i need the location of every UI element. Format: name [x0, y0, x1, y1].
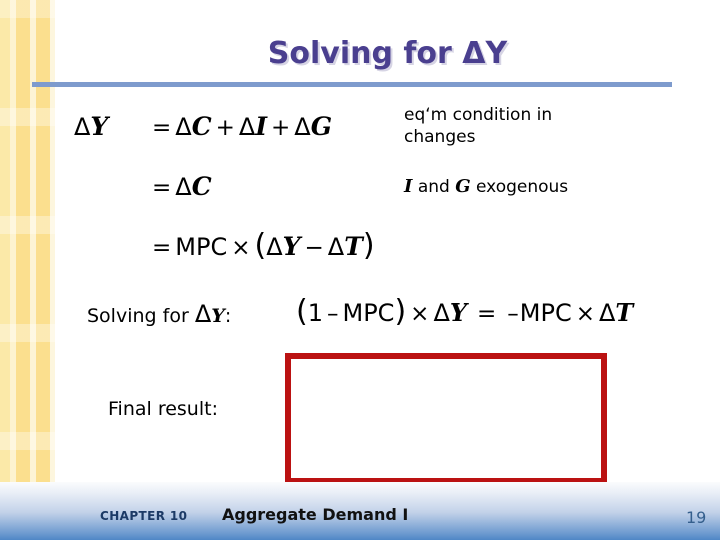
slide-number: 19 [686, 508, 707, 527]
delta-symbol: Δ [175, 113, 192, 141]
plus-sign: + [271, 115, 291, 141]
annotation-eqm-line-2: changes [404, 127, 476, 147]
minus-sign: – [327, 301, 339, 327]
equation-row-2: = ΔC [74, 172, 212, 201]
variable-t: T [344, 232, 363, 261]
delta-symbol: Δ [327, 233, 345, 261]
solving-equation: (1– MPC) × ΔY = –MPC × ΔT [296, 294, 633, 329]
exogenous-word: exogenous [476, 177, 569, 197]
delta-symbol: Δ [294, 113, 311, 141]
delta-symbol: Δ [599, 299, 616, 327]
variable-c: C [191, 172, 212, 201]
mpc-term: MPC [175, 233, 228, 261]
footer-chapter-label: CHAPTER 10 [100, 509, 188, 523]
variable-g: G [310, 112, 333, 141]
annotation-equilibrium-condition: eq‘m condition in changes [404, 104, 684, 148]
final-result-box [285, 353, 607, 484]
times-sign: × [410, 301, 430, 327]
open-paren: ( [254, 228, 267, 263]
plus-sign: + [215, 115, 235, 141]
variable-y: Y [449, 298, 467, 327]
equals-sign: = [152, 235, 172, 261]
equals-sign: = [477, 301, 497, 327]
variable-g: G [455, 176, 471, 197]
annotation-eqm-line-1: eq‘m condition in [404, 105, 553, 125]
solving-for-label: Solving for ΔY: [87, 300, 231, 328]
annotation-exogenous: I and G exogenous [404, 176, 694, 198]
delta-symbol: Δ [238, 113, 256, 141]
delta-symbol: Δ [74, 113, 91, 141]
mpc-term: MPC [519, 299, 572, 327]
close-paren: ) [362, 228, 375, 263]
conjunction-and: and [417, 177, 450, 197]
equals-sign: = [152, 175, 172, 201]
number-one: 1 [307, 299, 323, 327]
times-sign: × [575, 301, 595, 327]
close-paren: ) [394, 294, 407, 329]
equals-sign: = [152, 115, 172, 141]
open-paren: ( [296, 294, 308, 329]
delta-symbol: Δ [433, 299, 450, 327]
variable-y: Y [90, 112, 109, 141]
minus-sign: – [507, 301, 519, 327]
variable-i: I [255, 112, 268, 141]
footer-subject-label: Aggregate Demand I [222, 505, 409, 524]
variable-y: Y [282, 232, 301, 261]
equation-row-3: = MPC × (ΔY − ΔT) [74, 228, 375, 263]
delta-symbol: Δ [266, 233, 283, 261]
page-title: Solving for ΔY [267, 36, 508, 71]
equation-row-1: ΔY = ΔC + ΔI + ΔG [74, 112, 332, 141]
delta-symbol: Δ [194, 300, 212, 328]
final-result-label: Final result: [108, 398, 218, 420]
decorative-sidebar-pattern [0, 0, 55, 540]
mpc-term: MPC [342, 299, 395, 327]
variable-y: Y [211, 305, 225, 327]
equation-1-lhs: ΔY [74, 112, 148, 141]
variable-t: T [615, 298, 634, 327]
solving-for-text: Solving for [87, 305, 189, 327]
colon: : [224, 305, 232, 327]
delta-symbol: Δ [175, 173, 192, 201]
variable-i: I [404, 176, 413, 197]
minus-sign: − [304, 235, 324, 261]
title-divider-rule [32, 82, 672, 87]
slide-canvas: Solving for ΔY ΔY = ΔC + ΔI + ΔG = ΔC = MPC × (ΔY −… [0, 0, 720, 540]
times-sign: × [231, 235, 251, 261]
variable-c: C [191, 112, 212, 141]
